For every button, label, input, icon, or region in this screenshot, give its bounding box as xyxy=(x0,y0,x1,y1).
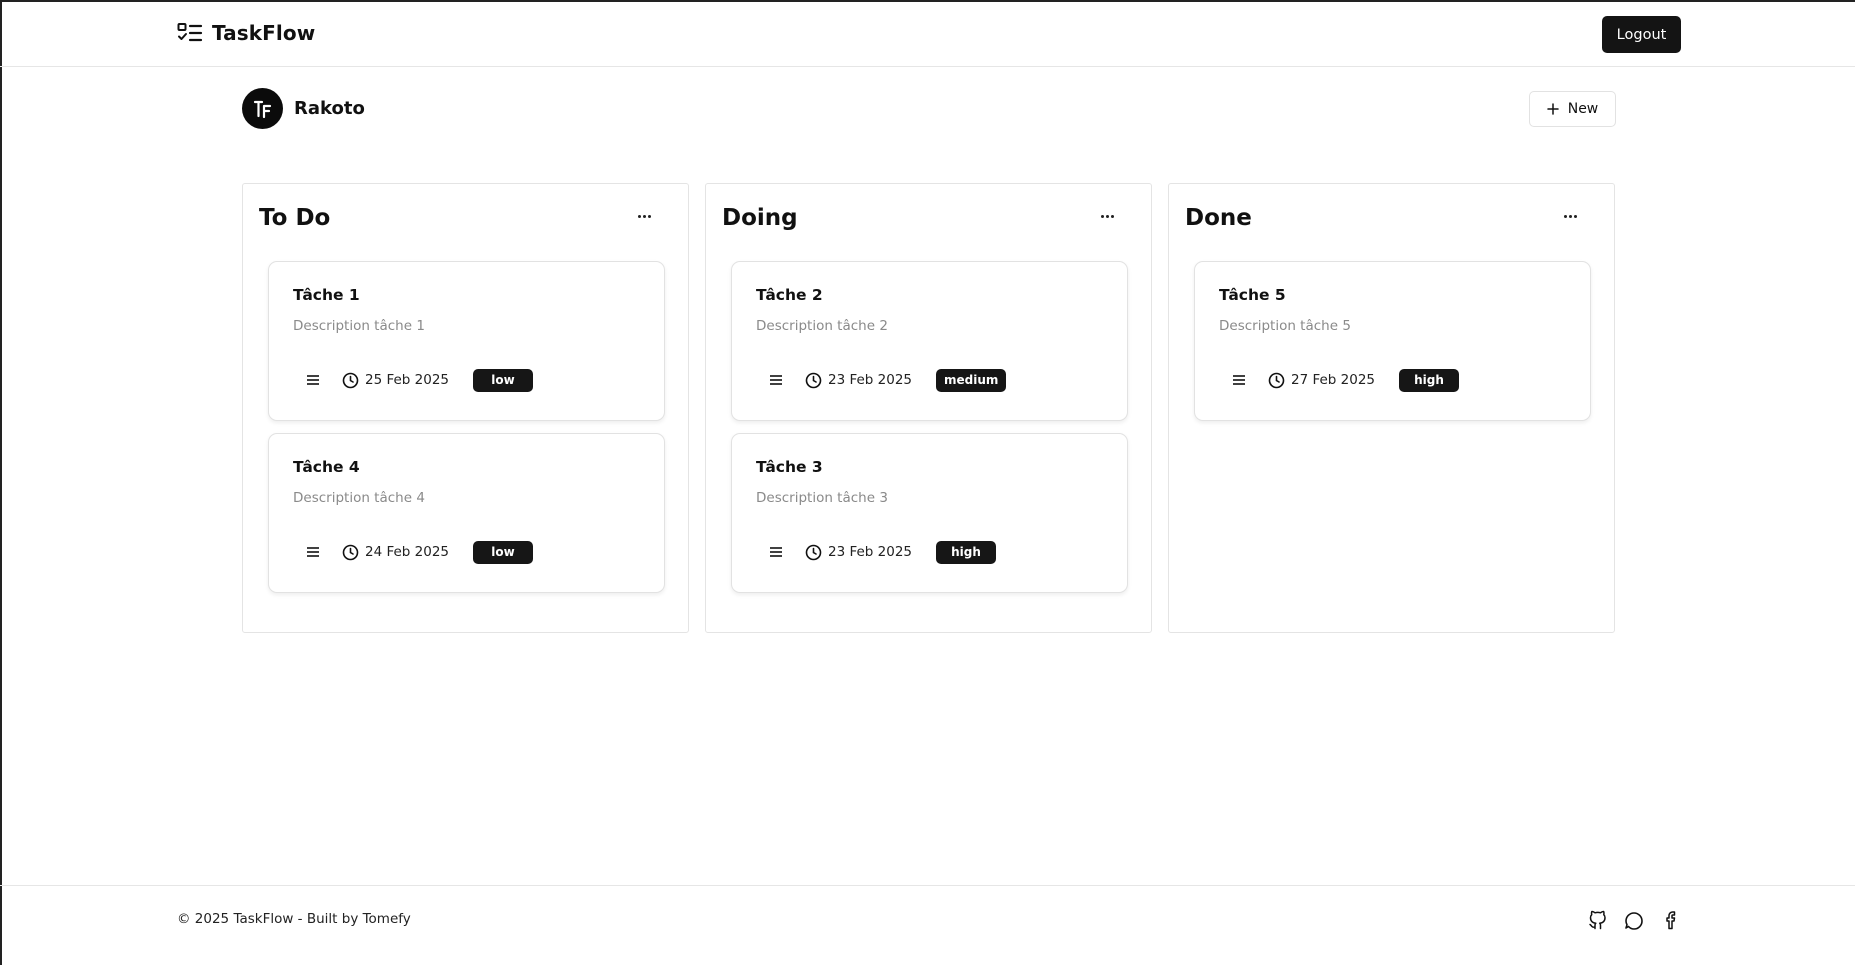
task-title: Tâche 4 xyxy=(293,458,360,476)
task-description: Description tâche 3 xyxy=(756,490,888,506)
task-description: Description tâche 1 xyxy=(293,318,425,334)
column-title: To Do xyxy=(259,205,331,231)
ellipsis-icon xyxy=(1100,214,1104,218)
column-done: Done Tâche 5 Description tâche 5 27 Feb … xyxy=(1168,183,1615,633)
priority-badge: medium xyxy=(936,368,1007,392)
clock-icon xyxy=(342,372,359,388)
task-card[interactable]: Tâche 2 Description tâche 2 23 Feb 2025 … xyxy=(731,261,1128,421)
task-meta: 23 Feb 2025 high xyxy=(769,540,997,564)
priority-badge: low xyxy=(473,368,534,392)
ellipsis-icon xyxy=(647,214,651,218)
plus-icon xyxy=(1546,103,1559,115)
task-title: Tâche 5 xyxy=(1219,286,1286,304)
task-card[interactable]: Tâche 4 Description tâche 4 24 Feb 2025 … xyxy=(268,433,665,593)
menu-lines-icon[interactable] xyxy=(306,546,320,558)
task-due-date: 24 Feb 2025 xyxy=(365,544,450,560)
column-menu-button[interactable] xyxy=(1095,206,1119,226)
ellipsis-icon xyxy=(1573,214,1577,218)
ellipsis-icon xyxy=(1105,214,1109,218)
column-menu-button[interactable] xyxy=(632,206,656,226)
facebook-icon[interactable] xyxy=(1661,910,1681,930)
task-title: Tâche 1 xyxy=(293,286,360,304)
task-title: Tâche 3 xyxy=(756,458,823,476)
column-title: Doing xyxy=(722,205,798,231)
column-title: Done xyxy=(1185,205,1252,231)
priority-badge: low xyxy=(473,540,534,564)
task-card[interactable]: Tâche 5 Description tâche 5 27 Feb 2025 … xyxy=(1194,261,1591,421)
clock-icon xyxy=(1268,372,1285,388)
task-description: Description tâche 5 xyxy=(1219,318,1351,334)
task-due-date: 23 Feb 2025 xyxy=(828,372,913,388)
task-description: Description tâche 4 xyxy=(293,490,425,506)
new-task-label: New xyxy=(1567,101,1599,117)
brand-name: TaskFlow xyxy=(212,21,316,45)
ellipsis-icon xyxy=(642,214,646,218)
task-meta: 25 Feb 2025 low xyxy=(306,368,534,392)
column-doing: Doing Tâche 2 Description tâche 2 23 Feb… xyxy=(705,183,1152,633)
logout-button[interactable]: Logout xyxy=(1602,16,1681,53)
menu-lines-icon[interactable] xyxy=(1232,374,1246,386)
menu-lines-icon[interactable] xyxy=(769,374,783,386)
priority-badge: high xyxy=(936,540,997,564)
column-todo: To Do Tâche 1 Description tâche 1 25 Feb… xyxy=(242,183,689,633)
chat-icon[interactable] xyxy=(1624,910,1644,930)
ellipsis-icon xyxy=(1110,214,1114,218)
menu-lines-icon[interactable] xyxy=(769,546,783,558)
clock-icon xyxy=(805,372,822,388)
task-due-date: 27 Feb 2025 xyxy=(1291,372,1376,388)
task-meta: 24 Feb 2025 low xyxy=(306,540,534,564)
ellipsis-icon xyxy=(637,214,641,218)
avatar-logo-icon xyxy=(253,100,271,118)
task-due-date: 25 Feb 2025 xyxy=(365,372,450,388)
column-menu-button[interactable] xyxy=(1558,206,1582,226)
avatar[interactable] xyxy=(242,88,283,129)
ellipsis-icon xyxy=(1563,214,1567,218)
copyright-text: © 2025 TaskFlow - Built by Tomefy xyxy=(177,911,411,927)
task-card[interactable]: Tâche 3 Description tâche 3 23 Feb 2025 … xyxy=(731,433,1128,593)
top-navbar: TaskFlow Logout xyxy=(0,0,1855,67)
clock-icon xyxy=(805,544,822,560)
task-title: Tâche 2 xyxy=(756,286,823,304)
clock-icon xyxy=(342,544,359,560)
footer: © 2025 TaskFlow - Built by Tomefy xyxy=(0,885,1855,965)
new-task-button[interactable]: New xyxy=(1529,91,1616,127)
menu-lines-icon[interactable] xyxy=(306,374,320,386)
priority-badge: high xyxy=(1399,368,1460,392)
github-icon[interactable] xyxy=(1588,910,1608,930)
task-card[interactable]: Tâche 1 Description tâche 1 25 Feb 2025 … xyxy=(268,261,665,421)
task-meta: 23 Feb 2025 medium xyxy=(769,368,1007,392)
task-due-date: 23 Feb 2025 xyxy=(828,544,913,560)
task-meta: 27 Feb 2025 high xyxy=(1232,368,1460,392)
task-description: Description tâche 2 xyxy=(756,318,888,334)
task-list-icon xyxy=(177,23,203,42)
user-name: Rakoto xyxy=(294,98,365,119)
ellipsis-icon xyxy=(1568,214,1572,218)
brand[interactable]: TaskFlow xyxy=(177,21,315,45)
